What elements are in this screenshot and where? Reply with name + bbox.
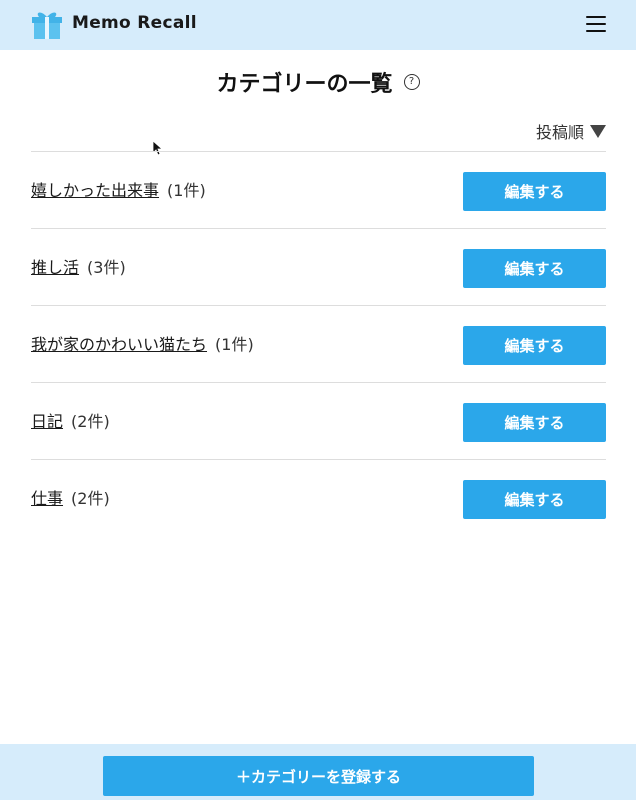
hamburger-menu-icon[interactable] [583, 13, 609, 35]
app-header: Memo Recall [0, 0, 636, 50]
category-row: 我が家のかわいい猫たち (1件) 編集する [31, 305, 606, 382]
edit-category-button[interactable]: 編集する [463, 249, 606, 288]
category-row: 仕事 (2件) 編集する [31, 459, 606, 536]
edit-category-button[interactable]: 編集する [463, 172, 606, 211]
edit-category-button[interactable]: 編集する [463, 403, 606, 442]
category-count: (2件) [71, 412, 110, 431]
category-name-link[interactable]: 仕事 [31, 485, 63, 509]
sort-label: 投稿順 [535, 123, 584, 142]
edit-category-button[interactable]: 編集する [463, 326, 606, 365]
app-title[interactable]: Memo Recall [72, 13, 197, 33]
page-title: カテゴリーの一覧 [216, 72, 393, 97]
footer-bar: ＋カテゴリーを登録する [0, 744, 636, 800]
category-count: (2件) [71, 489, 110, 508]
category-name-link[interactable]: 嬉しかった出来事 [31, 177, 159, 201]
category-count: (3件) [87, 258, 126, 277]
category-row: 日記 (2件) 編集する [31, 382, 606, 459]
category-name-link[interactable]: 日記 [31, 408, 63, 432]
help-icon[interactable]: ? [403, 74, 420, 90]
page-title-row: カテゴリーの一覧 ? [0, 66, 636, 98]
category-count: (1件) [215, 335, 254, 354]
category-list: 嬉しかった出来事 (1件) 編集する 推し活 (3件) 編集する 我が家のかわい… [31, 151, 606, 536]
category-row: 推し活 (3件) 編集する [31, 228, 606, 305]
category-row: 嬉しかった出来事 (1件) 編集する [31, 151, 606, 228]
category-name-link[interactable]: 我が家のかわいい猫たち [31, 331, 207, 355]
edit-category-button[interactable]: 編集する [463, 480, 606, 519]
category-name-link[interactable]: 推し活 [31, 254, 79, 278]
category-count: (1件) [167, 181, 206, 200]
triangle-down-icon [590, 124, 606, 138]
gift-box-icon[interactable] [31, 10, 63, 40]
sort-dropdown[interactable]: 投稿順 [536, 119, 606, 143]
register-category-button[interactable]: ＋カテゴリーを登録する [103, 756, 534, 796]
